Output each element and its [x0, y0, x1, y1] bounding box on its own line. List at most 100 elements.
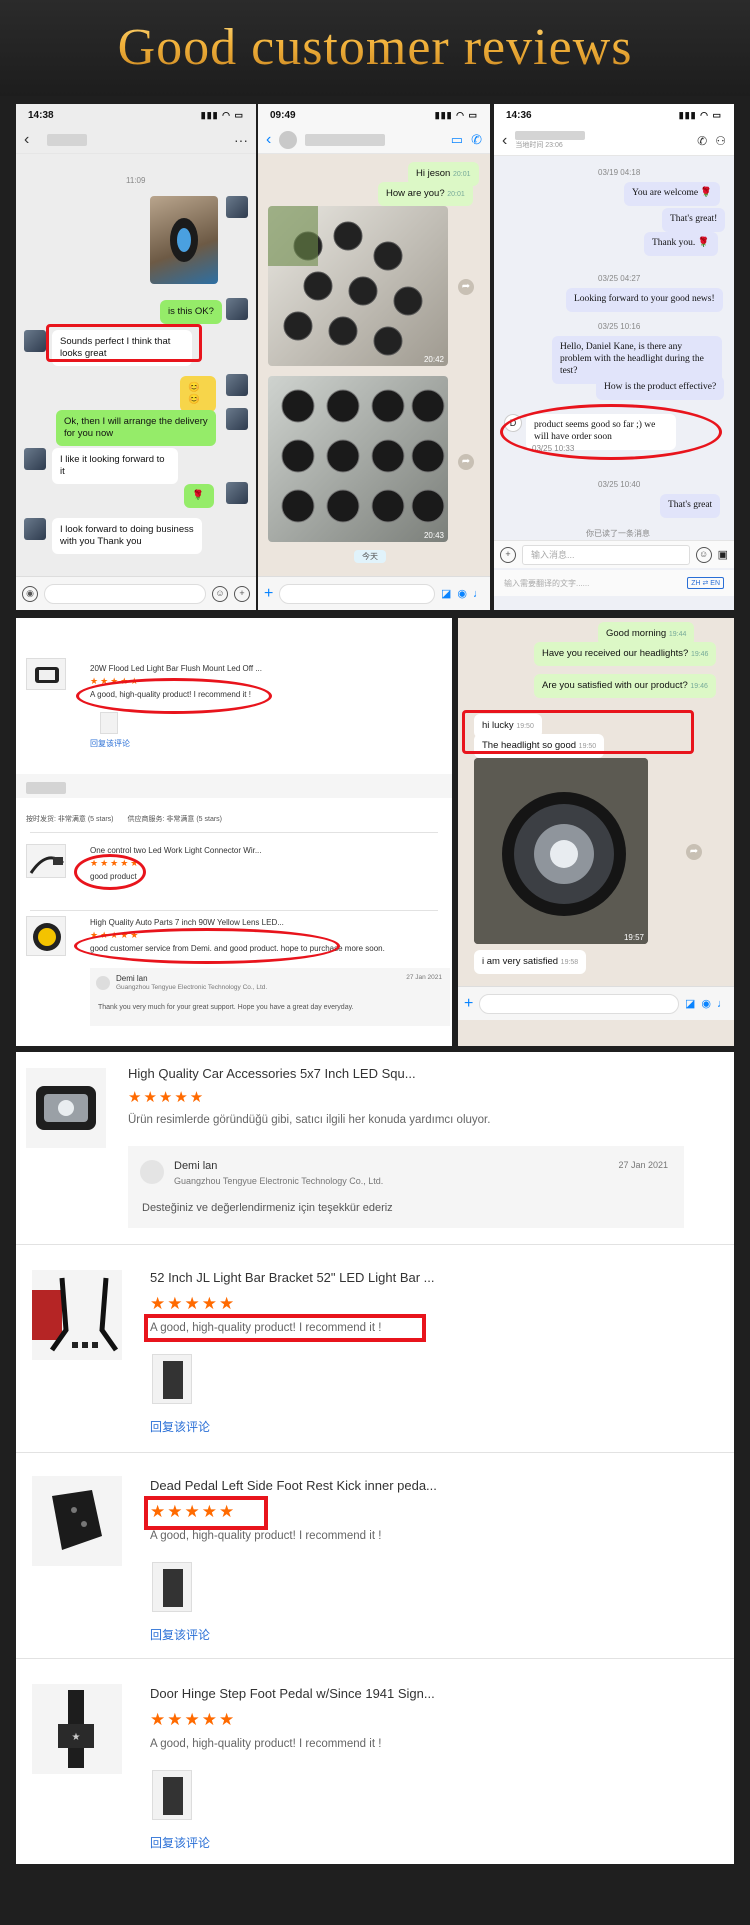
blurred-contact-name: [515, 131, 586, 140]
chat-screenshot-3: 14:36 ▮▮▮ ◠ ▭ ‹ 当地时间 23:06 ✆ ⚇ 03/19 04:…: [494, 104, 734, 610]
message-input[interactable]: 输入消息...: [522, 544, 690, 565]
status-time: 14:36: [506, 109, 532, 121]
plus-icon[interactable]: +: [264, 585, 273, 603]
message-time: 03/25 04:27: [598, 274, 641, 283]
message-bubble: Thank you. 🌹: [644, 232, 718, 256]
highlight-oval: [76, 678, 272, 714]
plus-icon[interactable]: +: [234, 585, 250, 602]
message-input[interactable]: [479, 993, 679, 1014]
input-bar: ◉ ☺ +: [16, 576, 256, 610]
message-bubble: Looking forward to your good news!: [566, 288, 723, 312]
review-product-title[interactable]: 20W Flood Led Light Bar Flush Mount Led …: [90, 664, 262, 673]
chat-screenshot-4: Good morning 19:44 Have you received our…: [458, 618, 734, 1046]
emoji-message: 🌹: [184, 484, 214, 508]
phone-icon[interactable]: ✆: [697, 134, 707, 148]
camera-icon[interactable]: ◉: [457, 587, 467, 600]
seller-avatar: [140, 1160, 164, 1184]
message-text: i am very satisfied: [482, 956, 559, 967]
product-photo[interactable]: 20:43: [268, 376, 448, 542]
contact-avatar: [24, 330, 46, 352]
message-bubble: Ok, then I will arrange the delivery for…: [56, 410, 216, 446]
message-time: 03/19 04:18: [598, 168, 641, 177]
back-icon[interactable]: ‹: [266, 131, 271, 149]
message-bubble: How are you? 20:01: [378, 182, 473, 206]
language-toggle[interactable]: ZH ⇄ EN: [687, 577, 724, 589]
more-icon[interactable]: ···: [234, 132, 248, 148]
product-thumbnail[interactable]: [32, 1270, 122, 1360]
dead-pedal-image: [52, 1490, 102, 1550]
plus-icon[interactable]: +: [464, 995, 473, 1013]
reply-link[interactable]: 回复该评论: [150, 1626, 210, 1643]
emoji-icon[interactable]: ☺: [695, 546, 712, 563]
user-avatar: [226, 374, 248, 396]
sticker-icon[interactable]: ◪: [685, 997, 695, 1010]
forward-icon[interactable]: ➦: [458, 454, 474, 470]
review-image: [163, 1569, 183, 1607]
review-photo[interactable]: [152, 1562, 192, 1612]
back-icon[interactable]: ‹: [24, 131, 29, 149]
review-product-title[interactable]: High Quality Auto Parts 7 inch 90W Yello…: [90, 918, 284, 927]
message-time: 20:01: [447, 191, 465, 198]
message-text: You are welcome: [632, 188, 699, 198]
status-bar: 14:38 ▮▮▮ ◠ ▭: [16, 104, 256, 126]
product-thumbnail[interactable]: [26, 1068, 106, 1148]
video-call-icon[interactable]: ▭: [451, 132, 463, 148]
message-text: Good morning: [606, 628, 667, 639]
status-time: 14:38: [28, 109, 54, 121]
rating-stars: ★★★★★: [150, 1710, 237, 1729]
input-bar: + 输入消息... ☺ ▣: [494, 540, 734, 568]
message-text: Have you received our headlights?: [542, 648, 689, 659]
review-product-title[interactable]: Door Hinge Step Foot Pedal w/Since 1941 …: [150, 1686, 435, 1701]
message-input[interactable]: [279, 583, 435, 604]
message-time: 19:46: [690, 683, 708, 690]
microphone-icon[interactable]: ♩: [717, 998, 728, 1010]
reply-link[interactable]: 回复该评论: [90, 738, 130, 749]
divider: [16, 1244, 734, 1245]
camera-icon[interactable]: ◉: [701, 997, 711, 1010]
signal-icon: ▮▮▮ ◠ ▭: [678, 109, 722, 120]
message-bubble: Have you received our headlights? 19:46: [534, 642, 717, 666]
review-photo[interactable]: [152, 1354, 192, 1404]
message-bubble: I look forward to doing business with yo…: [52, 518, 202, 554]
message-text: Are you satisfied with our product?: [542, 680, 688, 691]
phone-icon[interactable]: ✆: [471, 132, 482, 148]
forward-icon[interactable]: ➦: [458, 279, 474, 295]
product-thumbnail: [26, 658, 66, 690]
chat-nav: ‹ 当地时间 23:06 ✆ ⚇: [494, 126, 734, 156]
microphone-icon[interactable]: ♩: [473, 588, 484, 600]
seller-date: 27 Jan 2021: [618, 1160, 668, 1170]
review-photo[interactable]: [152, 1770, 192, 1820]
rating-stars: ★★★★★: [150, 1294, 237, 1313]
person-icon[interactable]: ⚇: [715, 134, 726, 148]
message-text: Hi jeson: [416, 168, 451, 179]
contact-avatar: [24, 518, 46, 540]
message-input[interactable]: [44, 583, 206, 604]
review-photo[interactable]: [100, 712, 118, 734]
reply-link[interactable]: 回复该评论: [150, 1418, 210, 1435]
forward-icon[interactable]: ➦: [686, 844, 702, 860]
reply-link[interactable]: 回复该评论: [150, 1834, 210, 1851]
image-icon[interactable]: ▣: [718, 548, 728, 561]
emoji-icon[interactable]: ☺: [212, 585, 228, 602]
divider: [16, 1452, 734, 1453]
shipment-photo[interactable]: 20:42: [268, 206, 448, 366]
product-thumbnail[interactable]: ★: [32, 1684, 122, 1774]
review-product-title[interactable]: High Quality Car Accessories 5x7 Inch LE…: [128, 1066, 416, 1081]
sticker-icon[interactable]: ◪: [441, 587, 451, 600]
seller-avatar: [96, 976, 110, 990]
divider: [30, 832, 438, 833]
product-photo[interactable]: [150, 196, 218, 284]
review-product-title[interactable]: Dead Pedal Left Side Foot Rest Kick inne…: [150, 1478, 437, 1493]
plus-icon[interactable]: +: [500, 546, 516, 563]
message-time: 20:01: [452, 171, 471, 178]
review-product-title[interactable]: 52 Inch JL Light Bar Bracket 52" LED Lig…: [150, 1270, 435, 1285]
back-icon[interactable]: ‹: [502, 132, 507, 150]
headlight-image: [170, 218, 198, 262]
blurred-contact-name: [47, 133, 88, 146]
product-thumbnail[interactable]: [32, 1476, 122, 1566]
highlight-oval: [74, 928, 340, 964]
translate-input[interactable]: 输入需要翻译的文字......: [504, 578, 687, 589]
translate-bar: 输入需要翻译的文字...... ZH ⇄ EN: [494, 570, 734, 596]
voice-icon[interactable]: ◉: [22, 585, 38, 602]
installed-headlight-photo[interactable]: 19:57: [474, 758, 648, 944]
